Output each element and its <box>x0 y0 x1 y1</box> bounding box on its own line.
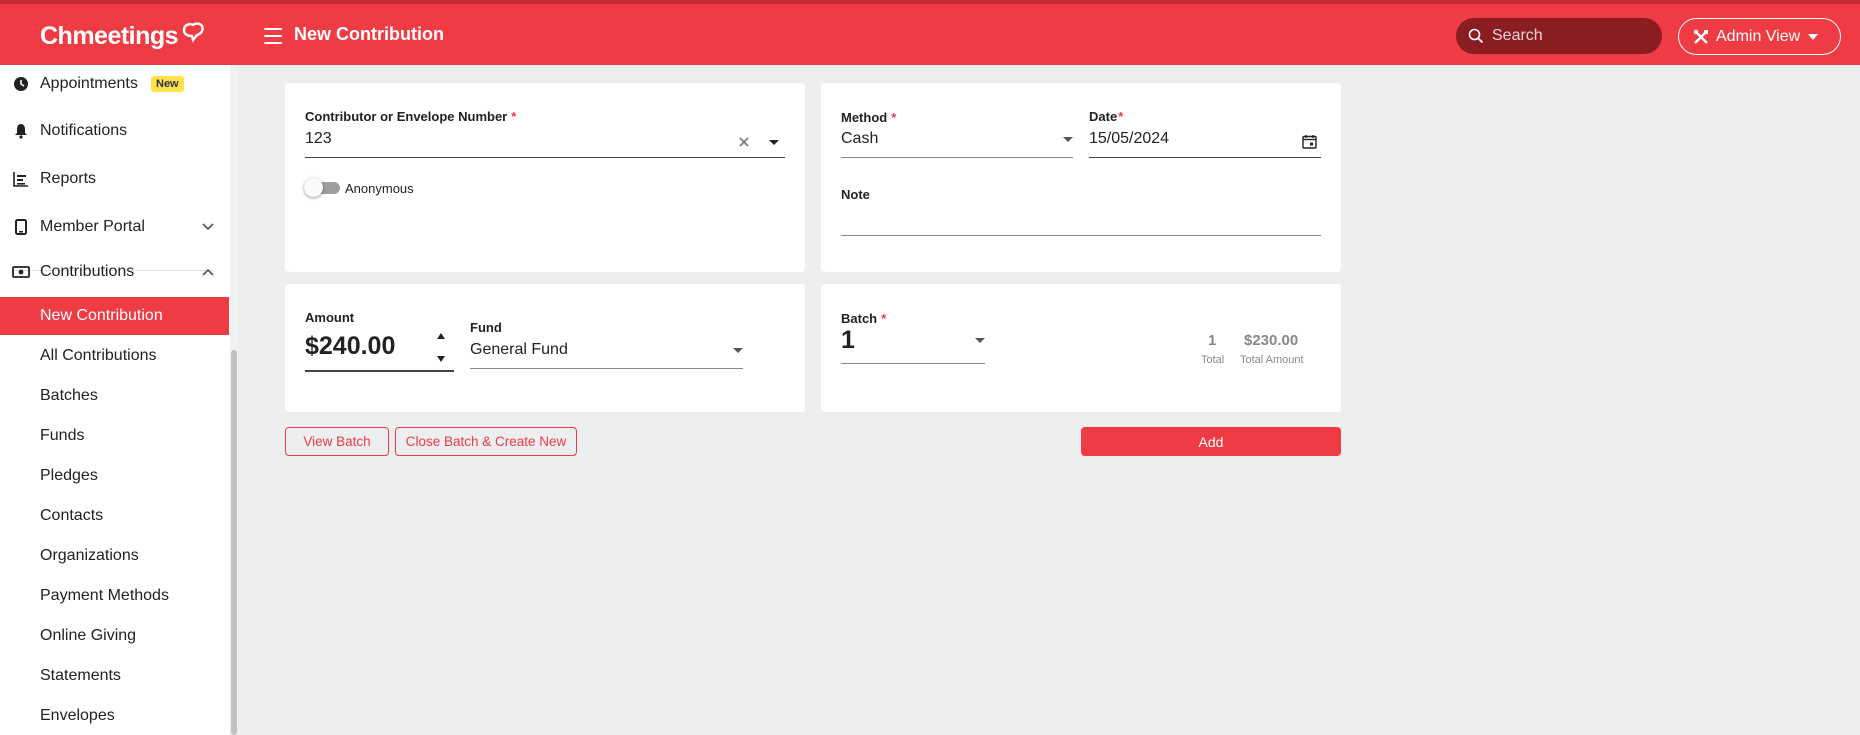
fund-select[interactable]: General Fund <box>470 341 568 359</box>
date-underline <box>1089 157 1321 158</box>
search-icon <box>1468 28 1484 44</box>
sidebar-item-label: Contacts <box>40 507 104 524</box>
sidebar-item-appointments[interactable]: Appointments New <box>0 65 229 103</box>
sidebar-item-all-contributions[interactable]: All Contributions <box>0 337 229 375</box>
bar-chart-icon <box>12 170 30 188</box>
sidebar-item-label: Contributions <box>40 263 135 280</box>
contributor-dropdown-icon[interactable] <box>769 140 779 145</box>
sidebar-item-batches[interactable]: Batches <box>0 377 229 415</box>
tools-icon <box>1693 29 1708 44</box>
decrement-icon[interactable] <box>437 356 445 362</box>
sidebar-item-member-portal[interactable]: Member Portal <box>0 208 229 246</box>
method-label: Method * <box>841 110 897 125</box>
sidebar-item-label: Payment Methods <box>40 587 169 604</box>
sidebar-item-label: Statements <box>40 667 121 684</box>
clear-icon[interactable] <box>739 137 749 147</box>
sidebar-item-label: All Contributions <box>40 347 157 364</box>
sidebar-item-label: Pledges <box>40 467 98 484</box>
contributor-input[interactable]: 123 <box>305 130 332 148</box>
page-title: New Contribution <box>294 24 444 44</box>
batch-total-amount-label: Total Amount <box>1240 354 1304 366</box>
search-box[interactable] <box>1456 18 1662 54</box>
add-button[interactable]: Add <box>1081 427 1341 456</box>
chevron-down-icon <box>202 218 214 236</box>
sidebar-item-label: New Contribution <box>40 307 163 324</box>
amount-underline <box>305 370 454 372</box>
sidebar-item-notifications[interactable]: Notifications <box>0 112 229 150</box>
method-select[interactable]: Cash <box>841 130 878 148</box>
close-batch-create-new-button[interactable]: Close Batch & Create New <box>395 427 577 456</box>
sidebar-item-online-giving[interactable]: Online Giving <box>0 617 229 655</box>
view-batch-button[interactable]: View Batch <box>285 427 389 456</box>
sidebar-scrollbar-thumb[interactable] <box>231 350 237 735</box>
top-header: Chmeetings New Contribution Admin View <box>0 0 1860 65</box>
anonymous-label: Anonymous <box>345 181 414 196</box>
sidebar-item-label: Envelopes <box>40 707 115 724</box>
admin-view-button[interactable]: Admin View <box>1678 18 1841 55</box>
batch-label: Batch * <box>841 311 887 326</box>
speech-bubble-logo-icon <box>182 21 204 43</box>
contributor-label: Contributor or Envelope Number * <box>305 109 517 124</box>
date-label: Date* <box>1089 109 1124 124</box>
bell-icon <box>12 122 30 140</box>
sidebar-item-envelopes[interactable]: Envelopes <box>0 697 229 735</box>
money-icon <box>12 263 30 281</box>
method-underline <box>841 157 1073 158</box>
batch-underline <box>841 363 985 364</box>
batch-total-count: 1 <box>1208 332 1217 349</box>
sidebar-item-organizations[interactable]: Organizations <box>0 537 229 575</box>
batch-dropdown-icon[interactable] <box>975 338 985 343</box>
clock-icon <box>12 75 30 93</box>
sidebar-item-label: Batches <box>40 387 98 404</box>
batch-total-amount: $230.00 <box>1244 332 1299 349</box>
sidebar-item-label: Appointments <box>40 75 138 92</box>
fund-underline <box>470 368 743 369</box>
sidebar-item-statements[interactable]: Statements <box>0 657 229 695</box>
app-logo[interactable]: Chmeetings <box>40 21 206 51</box>
sidebar-item-payment-methods[interactable]: Payment Methods <box>0 577 229 615</box>
method-date-card <box>821 83 1341 272</box>
method-dropdown-icon[interactable] <box>1063 137 1073 142</box>
sidebar-item-pledges[interactable]: Pledges <box>0 457 229 495</box>
search-input[interactable] <box>1492 27 1652 45</box>
sidebar-item-label: Notifications <box>40 122 128 139</box>
sidebar-item-contributions[interactable]: Contributions <box>0 253 229 291</box>
chevron-up-icon <box>202 263 214 281</box>
note-label: Note <box>841 187 870 202</box>
sidebar-item-new-contribution[interactable]: New Contribution <box>0 297 229 335</box>
caret-down-icon <box>1808 33 1819 40</box>
date-input[interactable]: 15/05/2024 <box>1089 130 1169 148</box>
hamburger-menu-icon[interactable] <box>264 28 282 44</box>
logo-text: Chmeetings <box>40 22 179 50</box>
batch-select[interactable]: 1 <box>841 326 855 355</box>
calendar-icon[interactable] <box>1302 134 1317 149</box>
sidebar-item-contacts[interactable]: Contacts <box>0 497 229 535</box>
new-badge: New <box>151 76 184 92</box>
amount-label: Amount <box>305 310 355 325</box>
mobile-icon <box>12 218 30 236</box>
sidebar-item-label: Funds <box>40 427 85 444</box>
batch-total-count-label: Total <box>1201 354 1225 366</box>
sidebar-item-reports[interactable]: Reports <box>0 160 229 198</box>
increment-icon[interactable] <box>437 333 445 339</box>
sidebar-item-label: Online Giving <box>40 627 137 644</box>
sidebar-item-label: Reports <box>40 170 97 187</box>
sidebar-item-funds[interactable]: Funds <box>0 417 229 455</box>
sidebar-item-label: Organizations <box>40 547 139 564</box>
note-underline <box>841 235 1321 236</box>
contributor-underline <box>305 157 785 158</box>
sidebar-item-label: Member Portal <box>40 218 145 235</box>
sidebar: Appointments New Notifications Reports M… <box>0 65 238 735</box>
fund-label: Fund <box>470 320 502 335</box>
amount-input[interactable]: $240.00 <box>305 332 395 361</box>
admin-view-label: Admin View <box>1716 27 1801 45</box>
fund-dropdown-icon[interactable] <box>733 348 743 353</box>
anonymous-toggle[interactable] <box>304 178 342 197</box>
note-input[interactable] <box>841 210 1321 230</box>
